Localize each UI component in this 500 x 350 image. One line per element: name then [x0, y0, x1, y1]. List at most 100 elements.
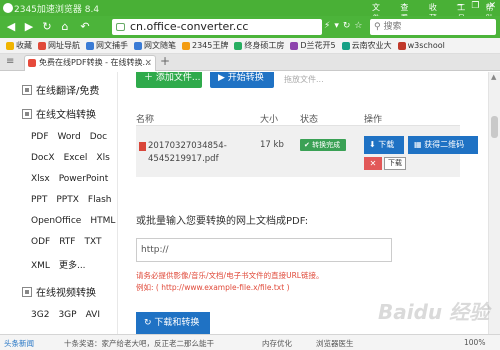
- bookmark-item[interactable]: D兰花开5: [290, 40, 336, 51]
- forward-icon[interactable]: ▶: [22, 20, 36, 33]
- title-bar: 2345加速浏览器 8.4 文件 查看 收藏 工具 帮助 ─ ❐ ✕: [0, 0, 500, 23]
- bookmark-icon: [182, 41, 190, 50]
- refresh-icon[interactable]: ↻: [40, 20, 54, 33]
- scroll-up-icon[interactable]: ▲: [491, 73, 496, 81]
- minimize-icon[interactable]: ─: [457, 1, 462, 11]
- bookmark-icon: [290, 41, 299, 50]
- refresh-icon: ↻: [144, 318, 155, 328]
- home-icon[interactable]: ⌂: [58, 20, 72, 33]
- section-icon: [22, 108, 32, 119]
- format-link-docx[interactable]: DocX: [31, 153, 55, 163]
- reload-icon[interactable]: ↻: [343, 21, 351, 31]
- bookmark-item[interactable]: w3school: [397, 41, 445, 50]
- format-link-rtf[interactable]: RTF: [59, 237, 75, 247]
- memory-optimize-button[interactable]: 内存优化: [262, 338, 292, 349]
- bookmark-item[interactable]: 终身硕工房: [234, 40, 284, 51]
- news-ticker[interactable]: 十条奖语：家产给老大吧，反正老二那么能干: [64, 338, 214, 349]
- address-toolbar: ◀ ▶ ↻ ⌂ ↶ cn.office-converter.cc ⚡ ▾ ↻ ☆…: [0, 16, 500, 38]
- new-tab-icon[interactable]: +: [160, 54, 170, 68]
- format-link-xls[interactable]: Xls: [96, 153, 109, 163]
- bookmark-icon: [397, 41, 406, 50]
- maximize-icon[interactable]: ❐: [471, 1, 479, 11]
- bookmark-icon: [134, 41, 142, 50]
- bookmark-item[interactable]: 云南农业大: [341, 40, 392, 51]
- format-link-word[interactable]: Word: [58, 132, 81, 142]
- bookmark-item[interactable]: 网文捕手: [86, 40, 128, 51]
- add-file-button[interactable]: ＋ 添加文件...: [136, 72, 202, 88]
- url-text: cn.office-converter.cc: [130, 20, 249, 33]
- format-link-avi[interactable]: AVI: [86, 310, 100, 320]
- status-badge: ✔ 转换完成: [300, 139, 346, 151]
- format-link-flash[interactable]: Flash: [88, 195, 112, 205]
- format-row: DocX Excel Xls: [31, 153, 119, 163]
- column-header-status: 状态: [300, 115, 319, 125]
- format-link-more[interactable]: 更多...: [59, 261, 86, 271]
- bookmark-item[interactable]: 2345王牌: [182, 40, 228, 51]
- column-header-size: 大小: [260, 115, 279, 125]
- format-link-excel[interactable]: Excel: [64, 153, 88, 163]
- lightning-icon[interactable]: ⚡: [324, 21, 330, 31]
- address-actions: ⚡ ▾ ↻ ☆: [324, 21, 362, 31]
- bookmark-item[interactable]: 网文随笔: [134, 40, 176, 51]
- tab-pdf-converter[interactable]: 免费在线PDF转换 - 在线转换... ×: [24, 55, 156, 71]
- browser-logo-icon: [3, 3, 13, 13]
- zoom-level[interactable]: 100%: [464, 338, 485, 347]
- format-link-openoffice[interactable]: OpenOffice: [31, 216, 81, 226]
- format-link-ppt[interactable]: PPT: [31, 195, 47, 205]
- table-row: 20170327034854- 4545219917.pdf 17 kb ✔ 转换…: [136, 125, 478, 177]
- back-icon[interactable]: ◀: [4, 20, 18, 33]
- close-tab-icon[interactable]: ×: [144, 56, 152, 70]
- history-icon[interactable]: ↶: [78, 20, 92, 33]
- favicon-icon: [28, 59, 36, 67]
- format-link-txt[interactable]: TXT: [84, 237, 101, 247]
- bookmark-item[interactable]: 网址导航: [38, 40, 80, 51]
- window-title: 2345加速浏览器 8.4: [14, 5, 100, 15]
- download-icon: ⬇: [369, 140, 379, 149]
- format-link-xml[interactable]: XML: [31, 261, 50, 271]
- drop-hint: 拖放文件...: [284, 75, 324, 84]
- format-row: XML 更多...: [31, 258, 95, 271]
- bookmarks-bar: 收藏 网址导航 网文捕手 网文随笔 2345王牌 终身硕工房 D兰花开5 云南农…: [0, 38, 500, 54]
- page-scrollbar[interactable]: ▲: [488, 72, 500, 334]
- url-input[interactable]: cn.office-converter.cc: [112, 19, 322, 35]
- format-link-powerpoint[interactable]: PowerPoint: [59, 174, 109, 184]
- url-warning: 请务必提供影像/音乐/文档/电子书文件的直接URL链接。: [136, 271, 324, 280]
- sidebar-section-video-convert[interactable]: 在线视频转换: [22, 284, 96, 299]
- scrollbar-thumb[interactable]: [491, 116, 498, 138]
- bookmark-icon: [234, 41, 243, 50]
- pdf-file-icon: [139, 142, 146, 151]
- start-convert-button[interactable]: ▶ 开始转换: [210, 72, 274, 88]
- close-window-icon[interactable]: ✕: [488, 1, 496, 11]
- format-link-pdf[interactable]: PDF: [31, 132, 49, 142]
- format-link-odf[interactable]: ODF: [31, 237, 50, 247]
- format-row: ODF RTF TXT: [31, 237, 111, 247]
- delete-button[interactable]: ✕: [364, 157, 382, 170]
- qrcode-button[interactable]: ▦ 获得二维码: [408, 136, 478, 154]
- format-link-xlsx[interactable]: Xlsx: [31, 174, 50, 184]
- converter-panel: ＋ 添加文件... ▶ 开始转换 拖放文件... 名称 大小 状态 操作 201…: [118, 72, 488, 334]
- dropdown-icon[interactable]: ▾: [334, 21, 339, 31]
- format-row: PPT PPTX Flash: [31, 195, 120, 205]
- format-link-3gp[interactable]: 3GP: [58, 310, 76, 320]
- bookmark-icon: [341, 41, 350, 50]
- document-url-input[interactable]: http://: [136, 238, 392, 262]
- download-button[interactable]: ⬇ 下载: [364, 136, 404, 154]
- star-icon[interactable]: ☆: [354, 21, 362, 31]
- search-input[interactable]: ⚲ 搜索: [370, 19, 496, 35]
- format-link-html[interactable]: HTML: [90, 216, 115, 226]
- url-example: 例如: ( http://www.example-file.x/file.txt…: [136, 283, 290, 292]
- format-row: 3G2 3GP AVI: [31, 310, 109, 320]
- sidebar-section-doc-convert[interactable]: 在线文档转换: [22, 106, 96, 121]
- bookmark-favorites[interactable]: 收藏: [6, 40, 32, 51]
- headline-news-link[interactable]: 头条新闻: [4, 338, 34, 349]
- format-link-3g2[interactable]: 3G2: [31, 310, 49, 320]
- sidebar-section-translate[interactable]: 在线翻译/免费: [22, 82, 99, 97]
- tab-menu-icon[interactable]: ≡: [6, 56, 14, 67]
- browser-doctor-button[interactable]: 浏览器医生: [316, 338, 354, 349]
- download-and-convert-button[interactable]: ↻ 下载和转换: [136, 312, 210, 334]
- tab-bar: ≡ 免费在线PDF转换 - 在线转换... × +: [0, 54, 500, 71]
- star-folder-icon: [6, 41, 14, 50]
- format-link-pptx[interactable]: PPTX: [56, 195, 79, 205]
- format-link-doc[interactable]: Doc: [90, 132, 107, 142]
- bookmark-icon: [86, 41, 94, 50]
